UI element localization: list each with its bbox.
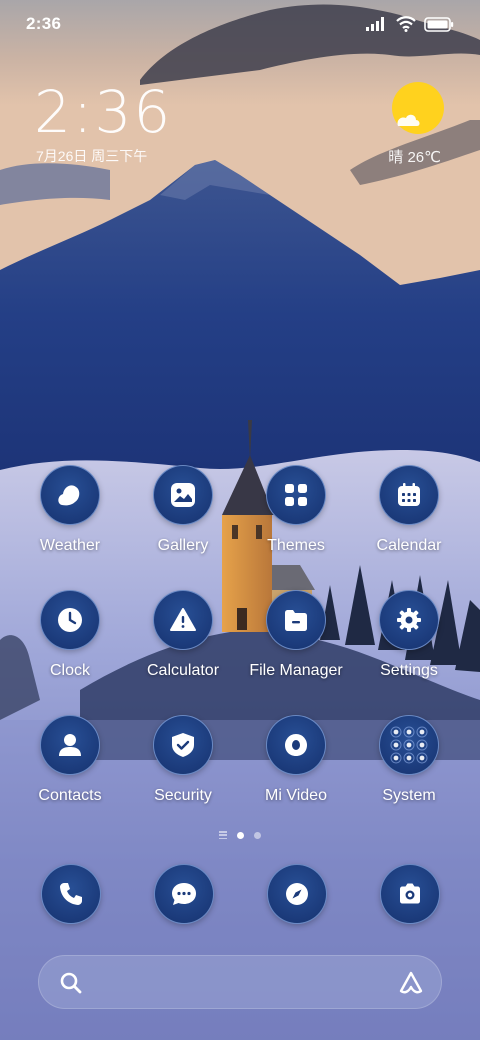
app-label: Security — [154, 787, 212, 804]
app-label: Themes — [267, 537, 325, 554]
app-label: Contacts — [38, 787, 102, 804]
page-dot-active — [237, 831, 244, 839]
widget-time: 2:36 — [34, 78, 173, 146]
dock-phone[interactable] — [41, 864, 101, 924]
app-label: Clock — [49, 662, 90, 679]
security-icon — [172, 733, 194, 757]
calculator-icon — [170, 608, 196, 631]
page-dot — [254, 831, 261, 839]
system-folder-icon — [390, 726, 428, 764]
dock-camera[interactable] — [380, 864, 440, 924]
app-label: File Manager — [249, 662, 343, 679]
file-manager-icon — [285, 610, 307, 631]
wifi-icon — [396, 16, 416, 32]
dock-browser[interactable] — [267, 864, 327, 924]
settings-icon — [397, 608, 421, 632]
themes-icon — [285, 484, 307, 506]
contacts-icon — [59, 734, 81, 756]
phone-icon — [60, 883, 82, 905]
sun-cloud-icon — [392, 82, 444, 134]
camera-icon — [400, 883, 420, 904]
clock-weather-widget[interactable]: 2:36 7月26日 周三下午 晴 26℃ — [34, 78, 454, 168]
app-system-folder[interactable]: System — [349, 715, 469, 815]
app-label: Gallery — [157, 537, 209, 554]
app-security[interactable]: Security — [123, 715, 243, 815]
app-settings[interactable]: Settings — [349, 590, 469, 690]
battery-icon — [424, 16, 454, 32]
messages-icon — [172, 883, 196, 905]
app-label: Weather — [39, 537, 101, 554]
app-label: Mi Video — [265, 787, 327, 804]
app-label: System — [382, 787, 436, 804]
widget-weather: 晴 26℃ — [388, 149, 441, 166]
page-indicator[interactable] — [0, 828, 480, 842]
app-label: Calendar — [376, 537, 442, 554]
app-gallery[interactable]: Gallery — [123, 465, 243, 565]
app-mi-video[interactable]: Mi Video — [236, 715, 356, 815]
status-bar: 2:36 — [0, 0, 480, 48]
app-weather[interactable]: Weather — [10, 465, 130, 565]
calendar-icon — [398, 483, 420, 506]
dock-messages[interactable] — [154, 864, 214, 924]
app-label: Settings — [380, 662, 438, 679]
app-file-manager[interactable]: File Manager — [236, 590, 356, 690]
mi-video-icon — [285, 734, 307, 756]
gallery-icon — [171, 483, 195, 507]
search-bar[interactable] — [38, 955, 442, 1009]
list-view-indicator-icon — [219, 831, 227, 839]
signal-icon — [366, 17, 384, 31]
app-label: Calculator — [146, 662, 220, 679]
app-calendar[interactable]: Calendar — [349, 465, 469, 565]
app-themes[interactable]: Themes — [236, 465, 356, 565]
weather-icon — [58, 485, 80, 506]
app-clock[interactable]: Clock — [10, 590, 130, 690]
status-time: 2:36 — [26, 14, 62, 33]
widget-date: 7月26日 周三下午 — [36, 148, 148, 164]
status-icons — [366, 16, 454, 32]
app-calculator[interactable]: Calculator — [123, 590, 243, 690]
clock-icon — [58, 608, 82, 632]
browser-icon — [286, 883, 308, 905]
search-icon[interactable] — [59, 971, 83, 995]
assistant-icon[interactable] — [397, 969, 425, 997]
app-contacts[interactable]: Contacts — [10, 715, 130, 815]
